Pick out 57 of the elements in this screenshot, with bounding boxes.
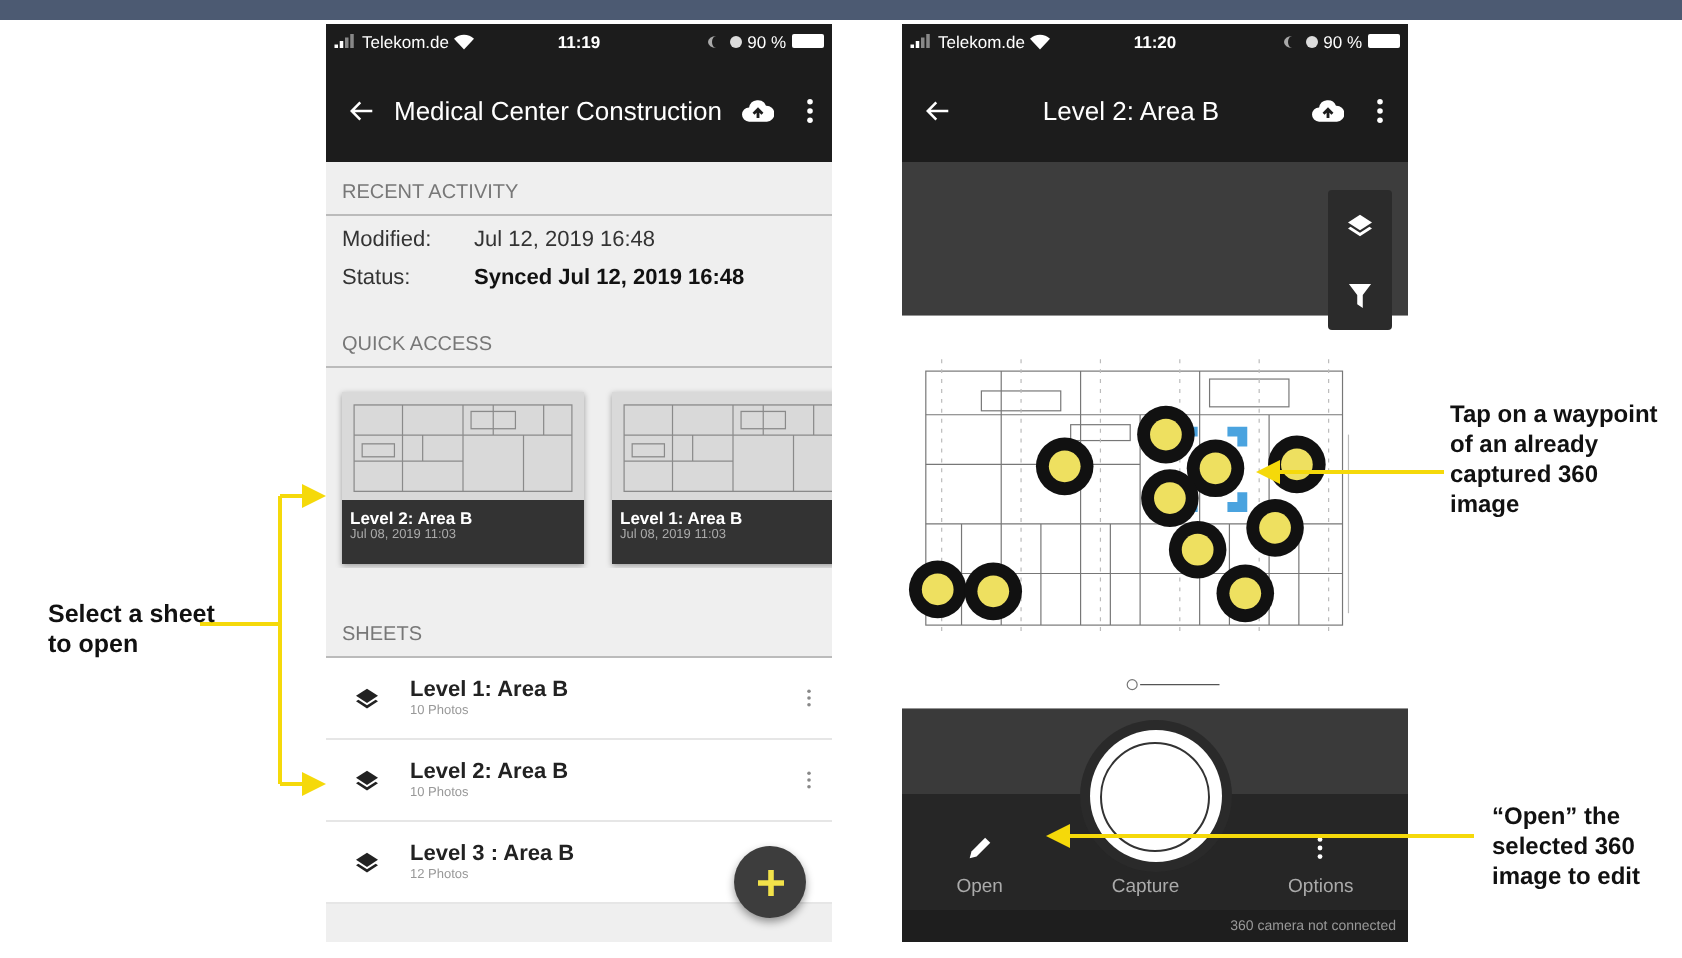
waypoint-marker[interactable] <box>1246 499 1304 557</box>
signal-icon <box>334 34 356 48</box>
sheet-name: Level 3 : Area B <box>410 842 577 866</box>
layers-icon <box>356 687 378 709</box>
filter-icon[interactable] <box>1348 283 1372 307</box>
battery-percent: 90 % <box>1323 31 1362 51</box>
back-arrow-icon[interactable] <box>926 99 950 121</box>
wifi-icon <box>1030 33 1051 49</box>
screen-title: Level 2: Area B <box>1040 95 1222 125</box>
waypoint-marker[interactable] <box>1268 435 1326 494</box>
signal-icon <box>910 34 932 48</box>
waypoint-marker[interactable] <box>1216 564 1275 623</box>
action-button[interactable]: Capture <box>1111 876 1180 898</box>
card-title: Level 1: Area B <box>620 508 745 528</box>
field-value: Jul 12, 2019 16:48 <box>474 228 656 252</box>
capture-button[interactable] <box>1089 730 1221 862</box>
cloud-upload-icon[interactable] <box>742 99 775 121</box>
clock-time: 11:19 <box>557 31 601 51</box>
callout-text: Select a sheet to open <box>48 600 217 660</box>
wifi-icon <box>454 33 475 49</box>
alarm-icon <box>1305 35 1318 47</box>
battery-icon <box>1368 34 1400 48</box>
section-heading: RECENT ACTIVITY <box>326 162 832 216</box>
layers-icon[interactable] <box>1348 213 1372 237</box>
field-label: Status: <box>342 266 413 290</box>
section-heading: QUICK ACCESS <box>326 314 832 368</box>
pencil-icon <box>967 836 992 860</box>
card-title: Level 2: Area B <box>350 508 475 528</box>
alarm-icon <box>729 35 742 47</box>
back-arrow-icon[interactable] <box>350 99 374 121</box>
callout-text: “Open” the selected 360 image to edit <box>1492 802 1643 892</box>
waypoint-marker[interactable] <box>908 560 967 619</box>
more-menu-icon[interactable] <box>1376 97 1384 123</box>
sheet-name: Level 2: Area B <box>410 760 571 784</box>
battery-percent: 90 % <box>747 31 786 51</box>
carrier-label: Telekom.de <box>938 31 1025 51</box>
waypoint-marker[interactable] <box>1168 520 1227 579</box>
screen-title: Medical Center Construction <box>394 95 723 125</box>
more-menu-icon[interactable] <box>806 97 815 123</box>
waypoint-marker[interactable] <box>1186 439 1245 498</box>
carrier-label: Telekom.de <box>362 31 449 51</box>
waypoint-marker[interactable] <box>1137 405 1195 464</box>
battery-icon <box>792 34 824 48</box>
action-button[interactable]: Options <box>1288 836 1354 898</box>
waypoint-marker[interactable] <box>964 562 1023 621</box>
layers-icon <box>356 769 378 791</box>
layers-icon <box>356 851 378 873</box>
waypoint-marker[interactable] <box>1035 437 1094 496</box>
sheet-name: Level 1: Area B <box>410 678 571 702</box>
action-button[interactable]: Open <box>956 836 1003 898</box>
waypoint-marker[interactable] <box>1141 469 1199 527</box>
cloud-upload-icon[interactable] <box>1312 99 1344 121</box>
field-value: Synced Jul 12, 2019 16:48 <box>474 266 745 290</box>
field-label: Modified: <box>342 228 434 252</box>
clock-time: 11:20 <box>1133 31 1177 51</box>
plus-icon <box>757 869 783 895</box>
callout-text: Tap on a waypoint of an already captured 360 image <box>1450 400 1660 520</box>
